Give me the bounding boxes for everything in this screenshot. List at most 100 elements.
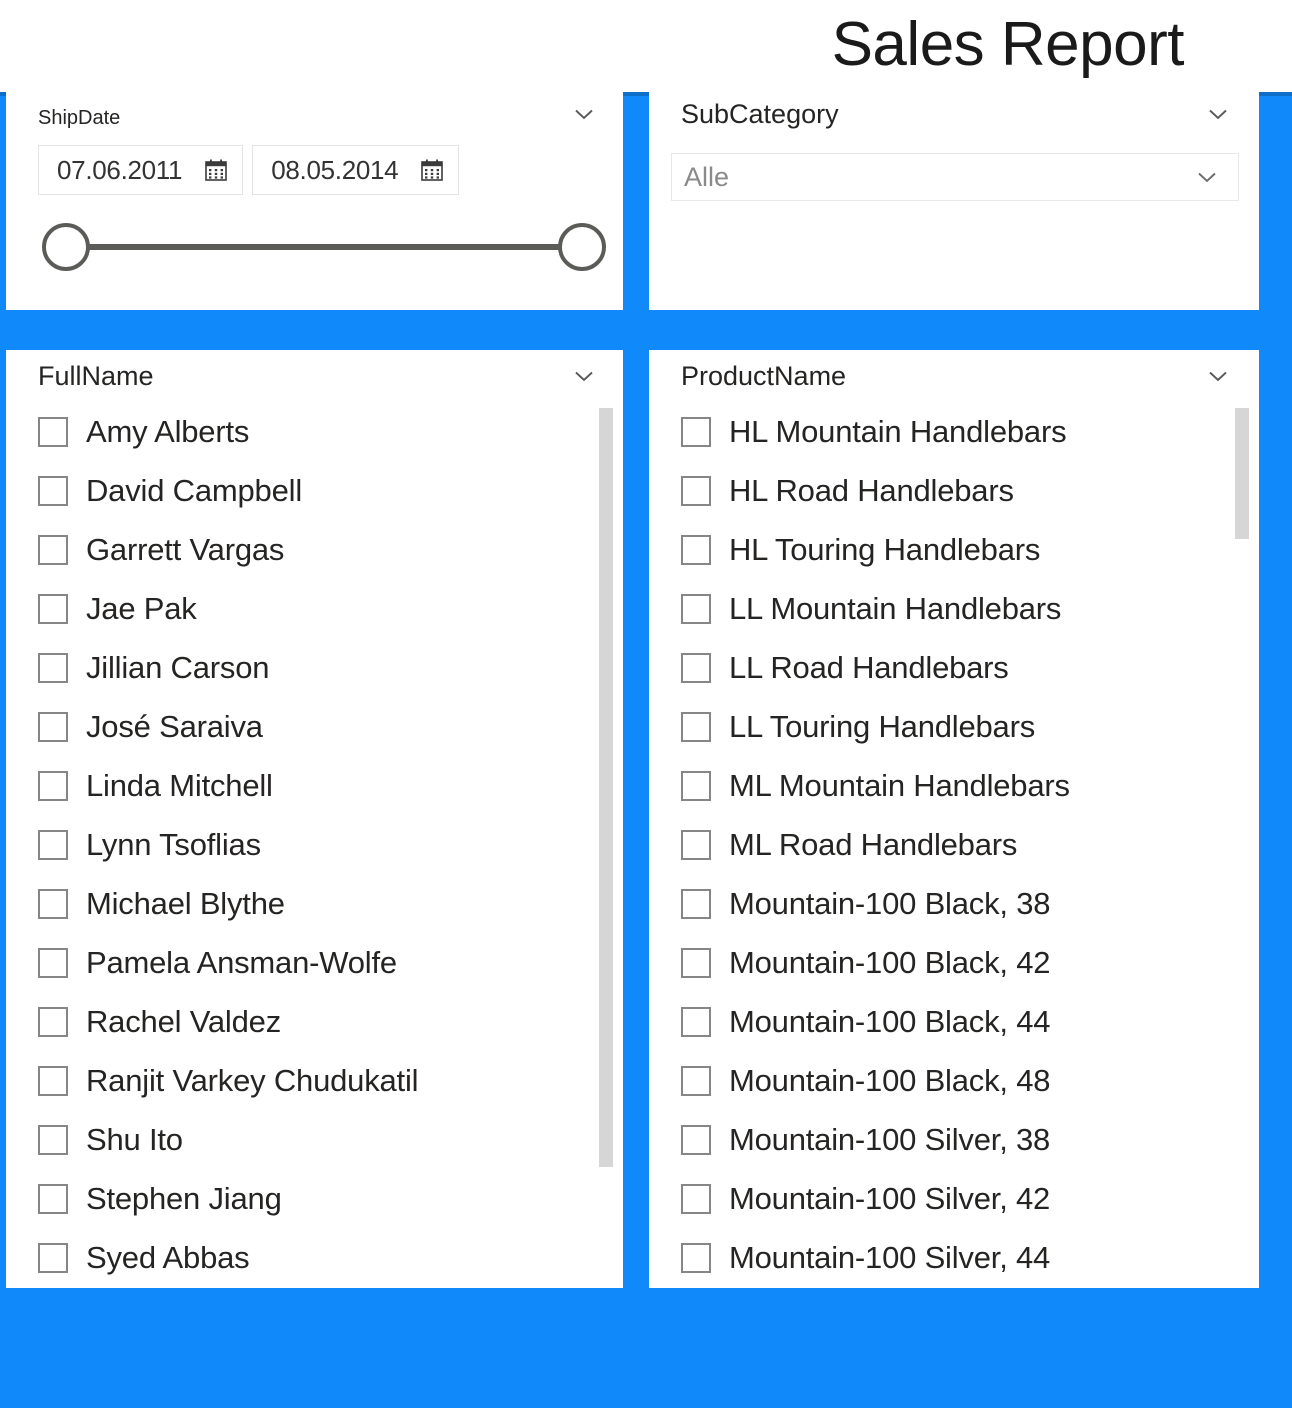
checkbox-icon[interactable]: [681, 829, 711, 860]
list-item-label: Mountain-100 Black, 48: [729, 1063, 1051, 1098]
list-item[interactable]: Mountain-100 Black, 38: [649, 874, 1259, 933]
list-item[interactable]: Jae Pak: [6, 579, 623, 638]
list-item[interactable]: Mountain-100 Silver, 42: [649, 1169, 1259, 1228]
productname-list[interactable]: HL Mountain Handlebars HL Road Handlebars…: [649, 402, 1259, 1288]
calendar-icon[interactable]: [420, 158, 444, 182]
scrollbar-thumb[interactable]: [599, 408, 613, 1167]
list-item[interactable]: LL Touring Handlebars: [649, 697, 1259, 756]
checkbox-icon[interactable]: [681, 770, 711, 801]
checkbox-icon[interactable]: [681, 534, 711, 565]
checkbox-icon[interactable]: [38, 593, 68, 624]
checkbox-icon[interactable]: [681, 1124, 711, 1155]
checkbox-icon[interactable]: [681, 652, 711, 683]
shipdate-slicer-header: ShipDate: [6, 88, 623, 140]
slider-handle-right[interactable]: [558, 223, 606, 271]
checkbox-icon[interactable]: [681, 593, 711, 624]
checkbox-icon[interactable]: [38, 947, 68, 978]
list-item-label: LL Road Handlebars: [729, 650, 1009, 685]
checkbox-icon[interactable]: [681, 416, 711, 447]
list-item-label: Michael Blythe: [86, 886, 285, 921]
checkbox-icon[interactable]: [38, 1124, 68, 1155]
checkbox-icon[interactable]: [38, 829, 68, 860]
list-item[interactable]: ML Road Handlebars: [649, 815, 1259, 874]
list-item[interactable]: LL Road Handlebars: [649, 638, 1259, 697]
list-item-label: Mountain-100 Black, 42: [729, 945, 1051, 980]
scrollbar-thumb[interactable]: [1235, 408, 1249, 539]
checkbox-icon[interactable]: [681, 1242, 711, 1273]
checkbox-icon[interactable]: [38, 888, 68, 919]
shipdate-end-value: 08.05.2014: [271, 154, 399, 185]
checkbox-icon[interactable]: [38, 1242, 68, 1273]
list-item[interactable]: ML Mountain Handlebars: [649, 756, 1259, 815]
shipdate-range-slider[interactable]: [42, 219, 606, 275]
report-page: Sales Report ShipDate 07.06.2011 08.05.2…: [0, 0, 1292, 1408]
list-item[interactable]: Mountain-100 Silver, 44: [649, 1228, 1259, 1287]
subcategory-slicer: SubCategory Alle: [649, 88, 1259, 310]
list-item-label: HL Mountain Handlebars: [729, 414, 1067, 449]
list-item[interactable]: Stephen Jiang: [6, 1169, 623, 1228]
list-item-label: Garrett Vargas: [86, 532, 285, 567]
list-item-label: Mountain-100 Black, 44: [729, 1004, 1051, 1039]
list-item[interactable]: Garrett Vargas: [6, 520, 623, 579]
list-item[interactable]: Mountain-100 Black, 42: [649, 933, 1259, 992]
checkbox-icon[interactable]: [681, 1006, 711, 1037]
calendar-icon[interactable]: [204, 158, 228, 182]
checkbox-icon[interactable]: [38, 711, 68, 742]
list-item-label: LL Mountain Handlebars: [729, 591, 1062, 626]
chevron-down-icon[interactable]: [1205, 101, 1231, 127]
list-item[interactable]: Michael Blythe: [6, 874, 623, 933]
fullname-slicer: FullName Amy Alberts David Campbell Garret…: [6, 350, 623, 1288]
list-item[interactable]: Syed Abbas: [6, 1228, 623, 1287]
slider-handle-left[interactable]: [42, 223, 90, 271]
list-item[interactable]: Mountain-100 Silver, 38: [649, 1110, 1259, 1169]
checkbox-icon[interactable]: [681, 1183, 711, 1214]
checkbox-icon[interactable]: [681, 888, 711, 919]
checkbox-icon[interactable]: [38, 534, 68, 565]
checkbox-icon[interactable]: [681, 947, 711, 978]
list-item[interactable]: Jillian Carson: [6, 638, 623, 697]
checkbox-icon[interactable]: [681, 1065, 711, 1096]
checkbox-icon[interactable]: [38, 1065, 68, 1096]
checkbox-icon[interactable]: [38, 416, 68, 447]
productname-scrollbar[interactable]: [1235, 408, 1249, 1280]
shipdate-start-input[interactable]: 07.06.2011: [38, 145, 244, 195]
list-item[interactable]: HL Touring Handlebars: [649, 520, 1259, 579]
list-item[interactable]: HL Road Handlebars: [649, 461, 1259, 520]
checkbox-icon[interactable]: [38, 770, 68, 801]
shipdate-end-input[interactable]: 08.05.2014: [252, 145, 460, 195]
list-item[interactable]: Lynn Tsoflias: [6, 815, 623, 874]
list-item[interactable]: Amy Alberts: [6, 402, 623, 461]
checkbox-icon[interactable]: [38, 1183, 68, 1214]
productname-slicer: ProductName HL Mountain Handlebars HL Roa…: [649, 350, 1259, 1288]
list-item[interactable]: Mountain-100 Black, 48: [649, 1051, 1259, 1110]
checkbox-icon[interactable]: [38, 652, 68, 683]
checkbox-icon[interactable]: [681, 475, 711, 506]
shipdate-slicer-title: ShipDate: [38, 107, 121, 129]
list-item[interactable]: HL Mountain Handlebars: [649, 402, 1259, 461]
subcategory-selected-value: Alle: [684, 161, 730, 192]
list-item[interactable]: José Saraiva: [6, 697, 623, 756]
checkbox-icon[interactable]: [38, 475, 68, 506]
fullname-list[interactable]: Amy Alberts David Campbell Garrett Vargas J…: [6, 402, 623, 1288]
chevron-down-icon[interactable]: [1205, 363, 1231, 389]
checkbox-icon[interactable]: [38, 1006, 68, 1037]
list-item-label: Shu Ito: [86, 1122, 183, 1157]
checkbox-icon[interactable]: [681, 711, 711, 742]
fullname-scrollbar[interactable]: [599, 408, 613, 1280]
list-item[interactable]: Ranjit Varkey Chudukatil: [6, 1051, 623, 1110]
list-item[interactable]: Rachel Valdez: [6, 992, 623, 1051]
list-item[interactable]: Pamela Ansman-Wolfe: [6, 933, 623, 992]
list-item[interactable]: Mountain-100 Black, 44: [649, 992, 1259, 1051]
list-item[interactable]: LL Mountain Handlebars: [649, 579, 1259, 638]
list-item-label: ML Mountain Handlebars: [729, 768, 1070, 803]
chevron-down-icon[interactable]: [571, 363, 597, 389]
chevron-down-icon[interactable]: [1194, 164, 1220, 190]
list-item[interactable]: David Campbell: [6, 461, 623, 520]
list-item-label: HL Road Handlebars: [729, 473, 1014, 508]
list-item-label: Mountain-100 Silver, 38: [729, 1122, 1051, 1157]
shipdate-range-inputs: 07.06.2011 08.05.2014: [38, 145, 460, 195]
list-item[interactable]: Linda Mitchell: [6, 756, 623, 815]
chevron-down-icon[interactable]: [571, 101, 597, 127]
list-item[interactable]: Shu Ito: [6, 1110, 623, 1169]
subcategory-dropdown[interactable]: Alle: [671, 153, 1239, 201]
